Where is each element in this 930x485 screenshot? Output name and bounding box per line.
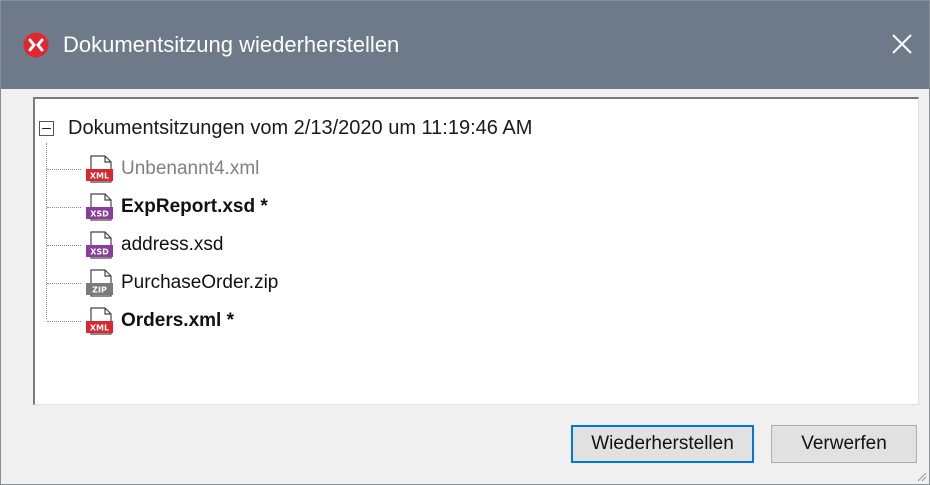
close-icon bbox=[892, 34, 912, 54]
tree-item[interactable]: ZIP PurchaseOrder.zip bbox=[47, 266, 278, 300]
discard-button[interactable]: Verwerfen bbox=[771, 425, 917, 463]
restore-button[interactable]: Wiederherstellen bbox=[571, 425, 754, 463]
collapse-toggle-icon[interactable] bbox=[39, 120, 54, 136]
tree-item-label: ExpReport.xsd * bbox=[121, 196, 268, 217]
tree-item-label: PurchaseOrder.zip bbox=[121, 272, 279, 293]
title-bar: Dokumentsitzung wiederherstellen bbox=[1, 1, 929, 89]
tree-root-row[interactable]: Dokumentsitzungen vom 2/13/2020 um 11:19… bbox=[39, 113, 532, 143]
tree-item[interactable]: XML Unbenannt4.xml bbox=[47, 152, 259, 186]
tree-branch-line bbox=[47, 282, 81, 284]
tree-item-label: Unbenannt4.xml bbox=[121, 158, 260, 179]
tree-item-label: Orders.xml * bbox=[121, 310, 234, 331]
session-tree[interactable]: Dokumentsitzungen vom 2/13/2020 um 11:19… bbox=[33, 97, 919, 405]
tree-branch-line bbox=[47, 206, 81, 208]
xsd-file-icon: XSD bbox=[86, 231, 113, 259]
tree-item[interactable]: XSD ExpReport.xsd * bbox=[47, 190, 268, 224]
tree-item[interactable]: XSD address.xsd bbox=[47, 228, 223, 262]
tree-branch-line bbox=[47, 168, 81, 170]
tree-item[interactable]: XML Orders.xml * bbox=[47, 304, 234, 338]
xsd-file-icon: XSD bbox=[86, 193, 113, 221]
xml-file-icon: XML bbox=[86, 307, 113, 335]
resize-grip-icon[interactable] bbox=[915, 470, 927, 482]
close-button[interactable] bbox=[885, 27, 919, 61]
dialog-body: Dokumentsitzungen vom 2/13/2020 um 11:19… bbox=[1, 89, 929, 484]
zip-file-icon: ZIP bbox=[86, 269, 113, 297]
tree-branch-line bbox=[47, 320, 81, 322]
restore-session-dialog: Dokumentsitzung wiederherstellen Dokumen… bbox=[0, 0, 930, 485]
altova-logo-icon bbox=[23, 32, 49, 58]
svg-text:XML: XML bbox=[90, 324, 109, 333]
tree-branch-line bbox=[47, 244, 81, 246]
xml-file-icon: XML bbox=[86, 155, 113, 183]
svg-text:XML: XML bbox=[90, 172, 109, 181]
tree-item-label: address.xsd bbox=[121, 234, 224, 255]
tree-root-label: Dokumentsitzungen vom 2/13/2020 um 11:19… bbox=[68, 116, 533, 139]
svg-text:ZIP: ZIP bbox=[92, 286, 107, 295]
svg-text:XSD: XSD bbox=[90, 248, 109, 257]
svg-text:XSD: XSD bbox=[90, 210, 109, 219]
window-title: Dokumentsitzung wiederherstellen bbox=[63, 32, 400, 57]
